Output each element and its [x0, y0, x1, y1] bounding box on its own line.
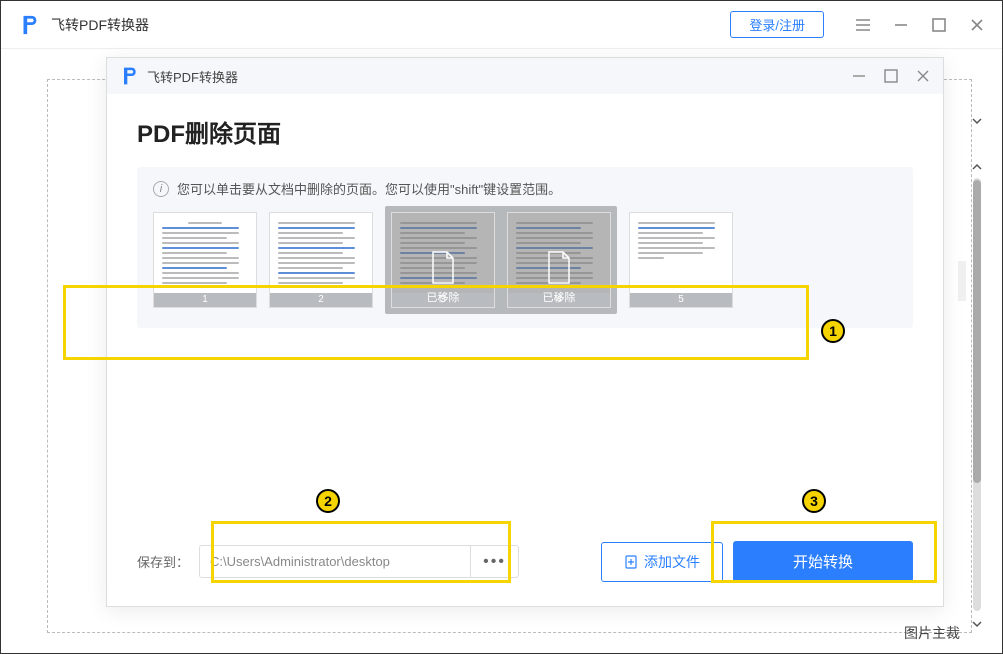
- modal-close-icon[interactable]: [915, 68, 931, 84]
- side-scrollbar[interactable]: [970, 114, 984, 629]
- removed-group: 已移除 3 已移除: [385, 206, 617, 314]
- info-text: 您可以单击要从文档中删除的页面。您可以使用"shift"键设置范围。: [177, 179, 561, 198]
- modal-titlebar: 飞转PDF转换器: [107, 58, 943, 94]
- chevron-down-icon: [971, 114, 983, 126]
- removed-label: 已移除: [427, 289, 460, 305]
- page-thumb-removed[interactable]: 已移除 3: [391, 212, 495, 308]
- chevron-up-icon: [971, 160, 983, 172]
- side-strip: [958, 169, 966, 519]
- page-thumb[interactable]: 1: [153, 212, 257, 308]
- page-thumb[interactable]: 5: [629, 212, 733, 308]
- page-thumb[interactable]: 2: [269, 212, 373, 308]
- save-path-input[interactable]: [200, 546, 470, 577]
- page-number: 2: [270, 293, 372, 307]
- bg-text: 图片主裁: [904, 623, 960, 643]
- minimize-icon[interactable]: [892, 16, 910, 34]
- removed-label: 已移除: [543, 289, 576, 305]
- info-icon: i: [153, 181, 169, 197]
- page-number: 1: [154, 293, 256, 307]
- browse-button[interactable]: •••: [470, 546, 518, 577]
- modal-minimize-icon[interactable]: [851, 68, 867, 84]
- document-icon: [429, 251, 457, 285]
- chevron-down-icon: [971, 617, 983, 629]
- add-file-icon: [624, 555, 638, 569]
- app-logo-icon: [17, 13, 41, 37]
- add-file-button[interactable]: 添加文件: [601, 542, 723, 582]
- page-thumb-removed[interactable]: 已移除 4: [507, 212, 611, 308]
- document-icon: [545, 251, 573, 285]
- maximize-icon[interactable]: [930, 16, 948, 34]
- close-icon[interactable]: [968, 16, 986, 34]
- scroll-thumb[interactable]: [973, 178, 981, 611]
- app-title: 飞转PDF转换器: [51, 15, 149, 35]
- modal-logo-icon: [119, 66, 139, 86]
- page-heading: PDF删除页面: [137, 114, 913, 149]
- page-number: 5: [630, 293, 732, 307]
- page-thumbnails-row: 1 2: [153, 212, 897, 308]
- info-panel: i 您可以单击要从文档中删除的页面。您可以使用"shift"键设置范围。 1: [137, 167, 913, 328]
- modal-maximize-icon[interactable]: [883, 68, 899, 84]
- convert-button[interactable]: 开始转换: [733, 541, 913, 582]
- modal-window: 飞转PDF转换器 PDF删除页面 i 您可以单击要从文档中删除的页面。您可以使用…: [106, 57, 944, 607]
- save-to-label: 保存到：: [137, 552, 189, 571]
- save-path-group: •••: [199, 545, 519, 578]
- main-titlebar: 飞转PDF转换器 登录/注册: [1, 1, 1002, 49]
- modal-title: 飞转PDF转换器: [147, 67, 238, 86]
- menu-icon[interactable]: [854, 16, 872, 34]
- add-file-label: 添加文件: [644, 552, 700, 572]
- login-button[interactable]: 登录/注册: [730, 11, 824, 38]
